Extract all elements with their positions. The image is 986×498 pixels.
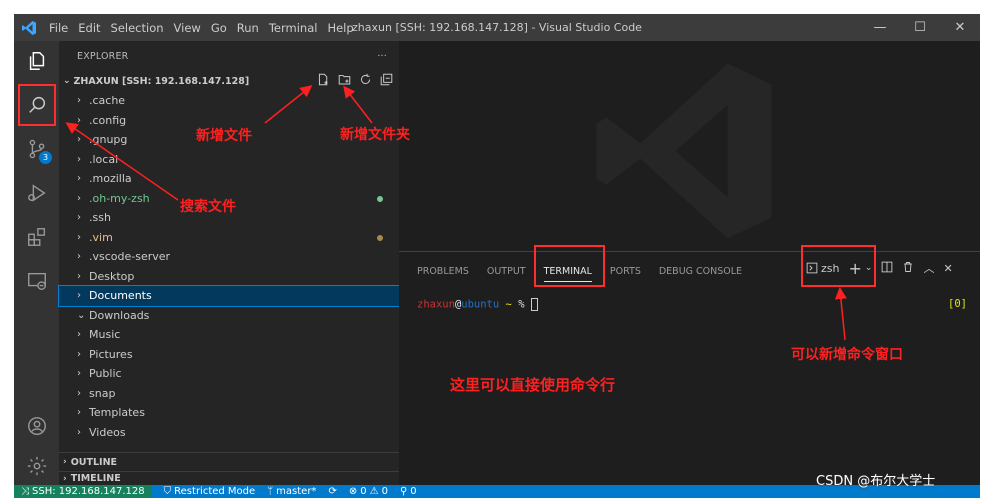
annotation-terminal-note: 这里可以直接使用命令行 <box>450 376 616 394</box>
arrow-search <box>65 122 179 201</box>
arrow-new-file <box>264 85 313 124</box>
arrow-new-folder <box>343 85 373 124</box>
csdn-watermark: CSDN @布尔大学士 <box>816 474 936 489</box>
annotation-new-terminal: 可以新增命令窗口 <box>791 347 903 363</box>
annotation-new-file: 新增文件 <box>196 128 252 144</box>
annotation-arrows <box>65 85 847 341</box>
annotation-new-folder: 新增文件夹 <box>340 127 410 143</box>
arrow-new-terminal <box>834 287 847 341</box>
annotation-search-files: 搜索文件 <box>180 199 236 215</box>
